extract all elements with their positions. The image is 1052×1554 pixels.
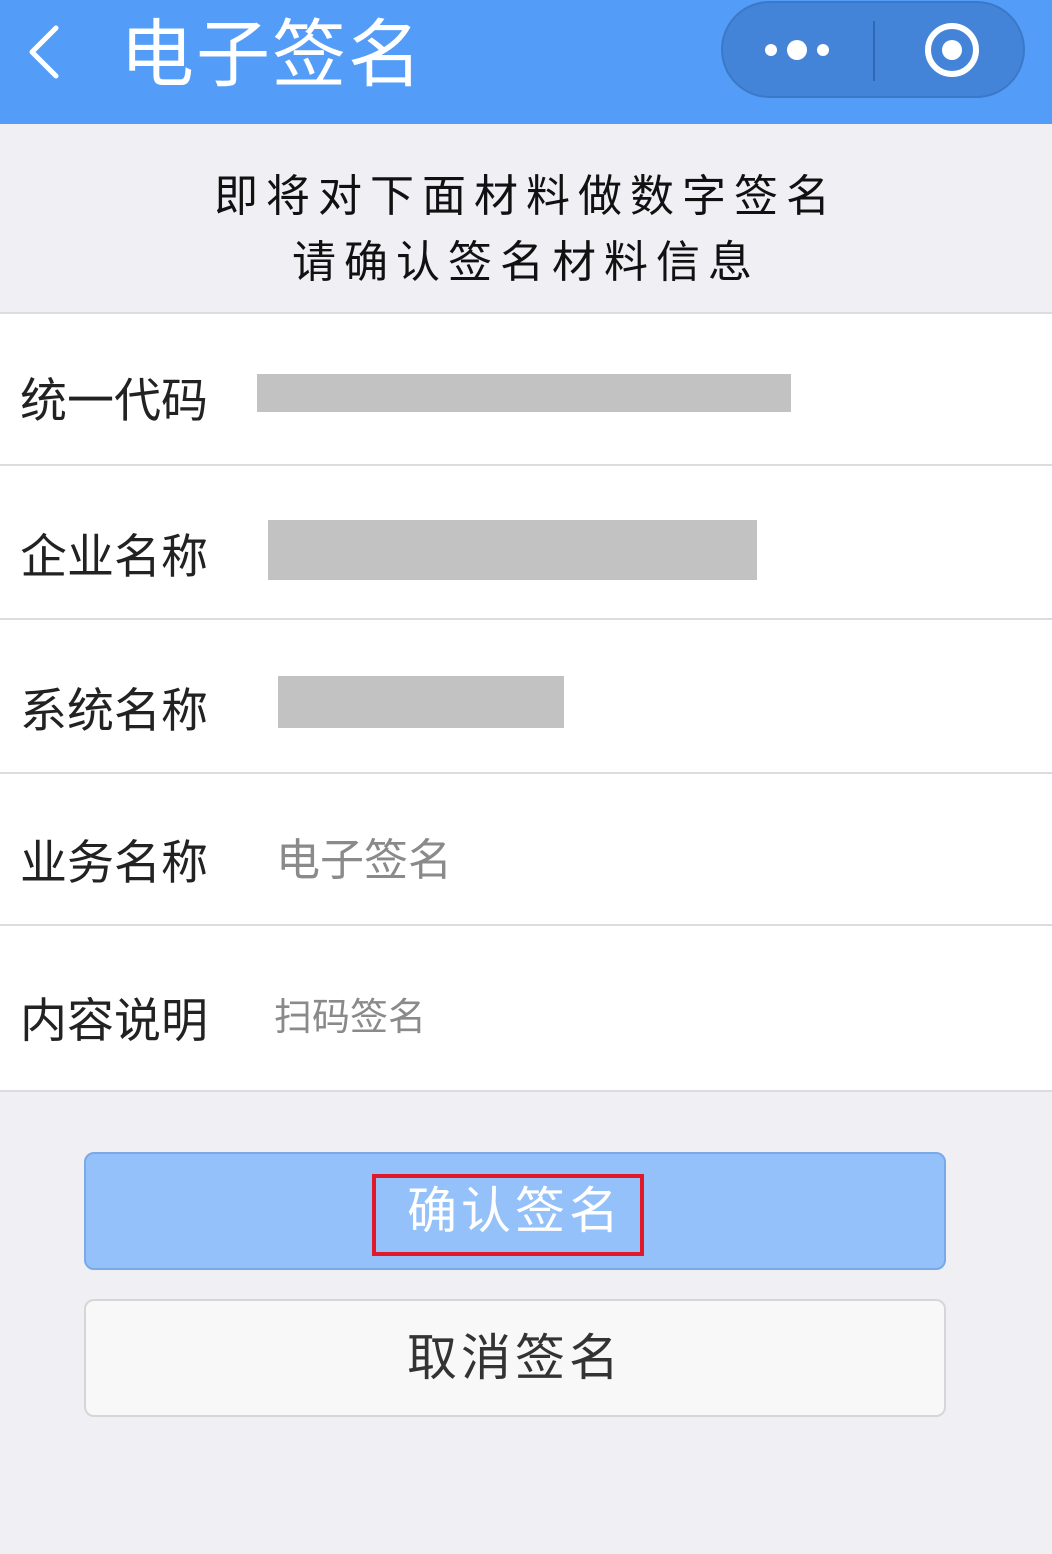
redacted-value [268, 520, 757, 580]
confirm-signature-button[interactable]: 确认签名 [84, 1152, 946, 1270]
nav-bar: 电子签名 [0, 0, 1052, 124]
notice-line-1: 即将对下面材料做数字签名 [214, 171, 838, 222]
business-name-value: 电子签名 [276, 835, 452, 886]
close-mini-program-button[interactable] [875, 3, 1025, 96]
page-title: 电子签名 [120, 12, 424, 98]
back-button[interactable] [18, 22, 78, 82]
form-row-business-name: 业务名称 电子签名 [0, 774, 1052, 926]
more-dots-icon [765, 40, 829, 60]
row-label: 内容说明 [20, 994, 208, 1049]
material-info-form: 统一代码 企业名称 系统名称 业务名称 电子签名 内容说明 扫码签名 [0, 312, 1052, 1092]
more-button[interactable] [723, 3, 873, 96]
form-row-content-description: 内容说明 扫码签名 [0, 926, 1052, 1092]
cancel-signature-label: 取消签名 [407, 1329, 623, 1387]
redacted-value [278, 676, 564, 728]
row-label: 系统名称 [20, 684, 208, 739]
row-label: 业务名称 [20, 836, 208, 891]
notice-line-2: 请确认签名材料信息 [292, 237, 760, 288]
form-row-system-name: 系统名称 [0, 620, 1052, 774]
cancel-signature-button[interactable]: 取消签名 [84, 1299, 946, 1417]
redacted-value [257, 374, 791, 412]
form-row-unified-code: 统一代码 [0, 314, 1052, 466]
form-row-company-name: 企业名称 [0, 466, 1052, 620]
chevron-left-icon [29, 25, 59, 79]
content-description-value: 扫码签名 [274, 995, 427, 1039]
signature-notice: 即将对下面材料做数字签名 请确认签名材料信息 [0, 124, 1052, 312]
target-circle-icon [925, 23, 979, 77]
row-label: 统一代码 [20, 374, 208, 429]
row-label: 企业名称 [20, 530, 208, 585]
confirm-signature-label: 确认签名 [407, 1182, 623, 1240]
mini-program-capsule [721, 1, 1025, 98]
